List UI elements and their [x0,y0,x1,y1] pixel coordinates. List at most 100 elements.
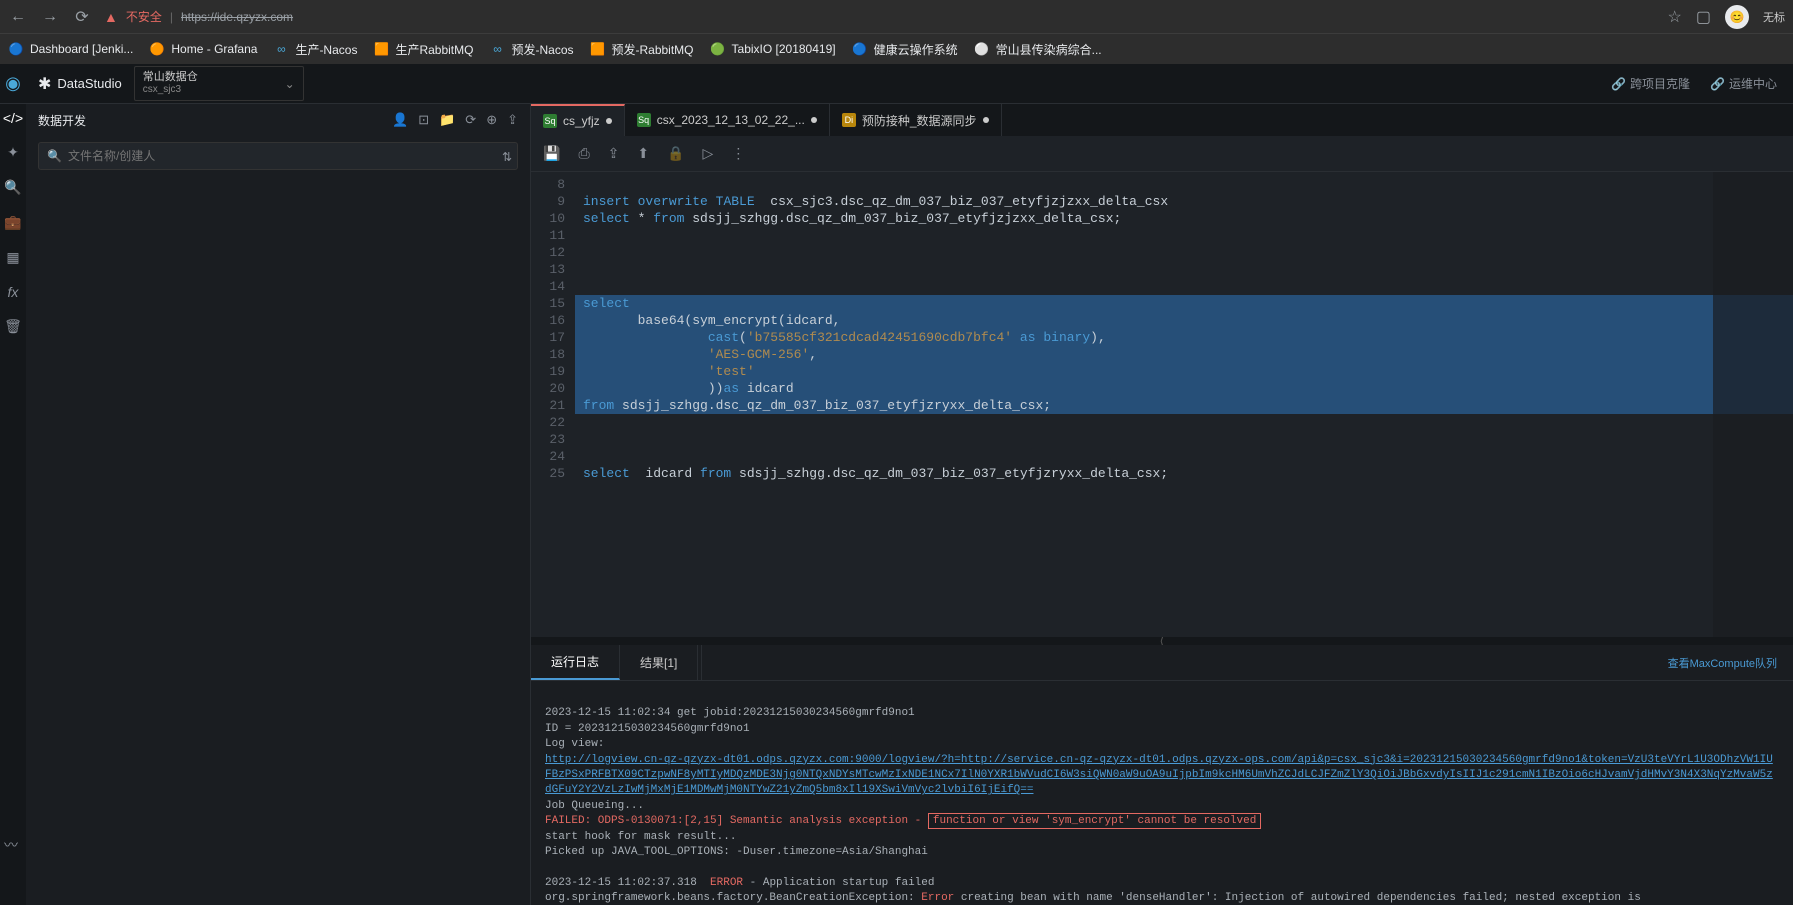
tab-label: 预防接种_数据源同步 [862,112,977,129]
bookmark-item[interactable]: ∞预发-Nacos [489,41,573,58]
editor-tabs: Sqcs_yfjzSqcsx_2023_12_13_02_22_... Di 预防接… [531,104,1793,136]
bookmark-icon: ∞ [273,41,289,57]
address-bar[interactable]: ▲ 不安全 | https://ide.qzyzx.com [104,8,1656,25]
bookmark-label: TabixIO [20180419] [732,42,836,56]
minimap[interactable] [1713,172,1793,637]
submit-icon[interactable]: ⇪ [608,145,620,162]
code-icon[interactable]: </> [3,110,23,126]
reload-button[interactable]: ⟳ [72,7,92,27]
save-as-icon[interactable]: ⎙ [578,145,589,162]
add-icon[interactable]: ⊕ [486,112,497,128]
line-gutter: 8910111213141516171819202122232425 [531,172,575,637]
brand: ✱ DataStudio [26,74,134,94]
bookmark-label: Home - Grafana [171,42,257,56]
grid-icon[interactable]: ▦ [6,249,19,266]
code-line[interactable] [575,414,1793,431]
cross-project-clone-link[interactable]: 🔗跨项目克隆 [1611,75,1690,92]
code-line[interactable] [575,278,1793,295]
bookmark-icon: ∞ [489,41,505,57]
logview-link[interactable]: http://logview.cn-qz-qzyzx-dt01.odps.qzy… [545,754,1773,797]
bookmark-item[interactable]: 🟠 Home - Grafana [149,41,257,57]
editor-tab[interactable]: Di 预防接种_数据源同步 [830,104,1002,136]
unsaved-dot-icon [606,118,612,124]
bookmark-icon: 🟢 [710,41,726,57]
splitter[interactable]: ⟨ [531,637,1793,645]
code-editor[interactable]: 8910111213141516171819202122232425 inser… [531,172,1793,637]
bookmark-icon: 🟠 [149,41,165,57]
briefcase-icon[interactable]: 💼 [4,214,21,231]
bookmark-item[interactable]: 🔵Dashboard [Jenki... [8,41,133,57]
code-line[interactable] [575,227,1793,244]
code-content[interactable]: insert overwrite TABLE csx_sjc3.dsc_qz_d… [575,172,1793,637]
upload-icon[interactable]: ⇪ [507,112,518,128]
bookmark-item[interactable]: ⚪常山县传染病综合... [974,41,1102,58]
bookmark-item[interactable]: 🟧预发-RabbitMQ [590,41,694,58]
bookmark-label: 生产-Nacos [295,41,357,58]
console-output[interactable]: 2023-12-15 11:02:34 get jobid:2023121503… [531,681,1793,905]
log-tab[interactable]: 运行日志 [531,645,620,680]
app-logo-icon: ◉ [5,73,21,94]
tab-type-icon: Di [842,113,856,127]
code-line[interactable]: ))as idcard [575,380,1793,397]
code-line[interactable] [575,431,1793,448]
locate-icon[interactable]: ⊡ [418,112,429,128]
sidebar-search[interactable]: 🔍 [38,142,518,170]
puzzle-icon[interactable]: ✦ [7,144,19,161]
tab-type-icon: Sq [543,114,557,128]
save-icon[interactable]: 💾 [543,145,560,162]
code-line[interactable]: cast('b75585cf321cdcad42451690cdb7bfc4' … [575,329,1793,346]
fx-icon[interactable]: fx [8,284,19,300]
more-icon[interactable]: ⋮ [731,145,745,162]
workspace-sub: csx_sjc3 [143,84,198,96]
bookmark-item[interactable]: 🔵健康云操作系统 [852,41,958,58]
code-line[interactable]: base64(sym_encrypt(idcard, [575,312,1793,329]
profile-avatar[interactable]: 😊 [1725,5,1749,29]
code-line[interactable] [575,448,1793,465]
code-line[interactable]: select * from sdsjj_szhgg.dsc_qz_dm_037_… [575,210,1793,227]
user-icon[interactable]: 👤 [392,112,408,128]
search-icon[interactable]: 🔍 [4,179,21,196]
code-line[interactable]: 'test' [575,363,1793,380]
unsaved-dot-icon [983,117,989,123]
ops-center-link[interactable]: 🔗运维中心 [1710,75,1777,92]
bookmark-item[interactable]: ∞ 生产-Nacos [273,41,357,58]
bookmark-item[interactable]: 🟢 TabixIO [20180419] [710,41,836,57]
deploy-icon[interactable]: ⬆ [637,145,649,162]
workspace-selector[interactable]: 常山数据仓 csx_sjc3 ⌄ [134,66,304,101]
folder-icon[interactable]: 📁 [439,112,455,128]
run-icon[interactable]: ▷ [703,145,714,162]
bookmark-item[interactable]: 🟧生产RabbitMQ [373,41,473,58]
back-button[interactable]: ← [8,8,28,26]
editor-toolbar: 💾 ⎙ ⇪ ⬆ 🔒 ▷ ⋮ [531,136,1793,172]
code-line[interactable]: 'AES-GCM-256', [575,346,1793,363]
code-line[interactable] [575,176,1793,193]
code-line[interactable] [575,244,1793,261]
section-title: 数据开发 [38,112,86,129]
bookmarks-bar: 🔵Dashboard [Jenki... 🟠 Home - Grafana ∞ 生产-N… [0,34,1793,64]
code-line[interactable] [575,261,1793,278]
brand-label: DataStudio [57,76,121,91]
filter-icon[interactable]: ⇅ [502,150,512,164]
trash-icon[interactable]: 🗑 [4,318,22,335]
panel-icon[interactable]: ▢ [1696,7,1711,27]
refresh-icon[interactable]: ⟳ [465,112,476,128]
bookmark-label: 生产RabbitMQ [395,41,473,58]
bookmark-label: 健康云操作系统 [874,41,958,58]
code-line[interactable]: insert overwrite TABLE csx_sjc3.dsc_qz_d… [575,193,1793,210]
bookmark-label: Dashboard [Jenki... [30,42,133,56]
maxcompute-queue-link[interactable]: 查看MaxCompute队列 [1668,655,1777,671]
profile-label: 无标 [1763,9,1785,25]
code-line[interactable]: select idcard from sdsjj_szhgg.dsc_qz_dm… [575,465,1793,482]
link-icon: 🔗 [1611,77,1626,91]
search-input[interactable] [68,149,509,163]
code-line[interactable]: from sdsjj_szhgg.dsc_qz_dm_037_biz_037_e… [575,397,1793,414]
bookmark-star-icon[interactable]: ☆ [1668,7,1682,27]
result-tab[interactable]: 结果[1] [620,645,698,680]
security-label: 不安全 [126,8,162,25]
forward-button[interactable]: → [40,8,60,26]
editor-tab[interactable]: Sqcsx_2023_12_13_02_22_... [625,104,830,136]
warning-icon: ▲ [104,9,118,25]
unsaved-dot-icon [811,117,817,123]
code-line[interactable]: select [575,295,1793,312]
editor-tab[interactable]: Sqcs_yfjz [531,104,625,136]
